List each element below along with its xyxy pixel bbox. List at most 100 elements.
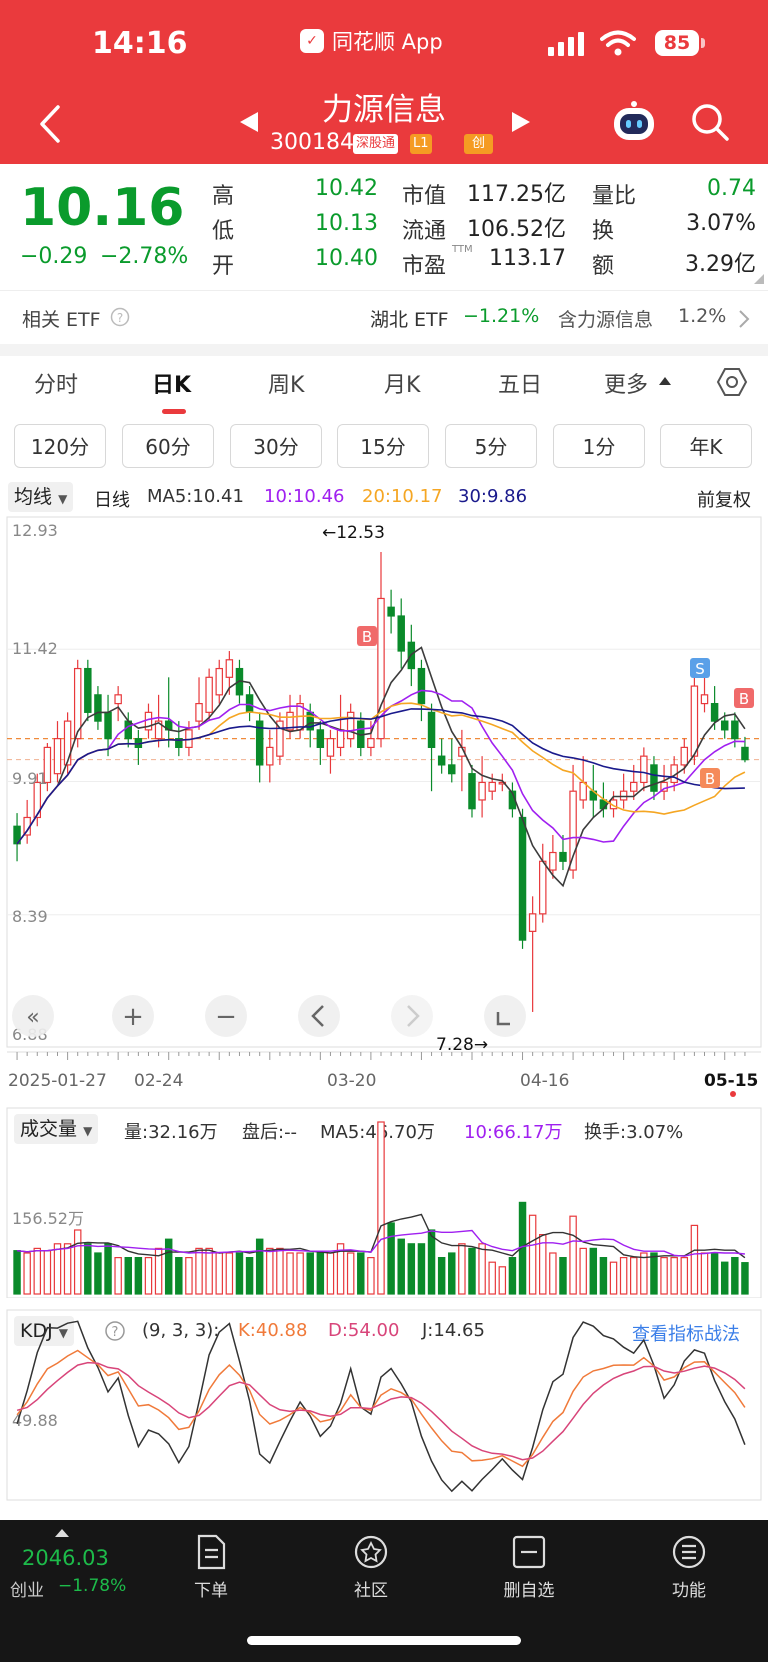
app-header: 14:16 ✓ 同花顺 App 85 力源信息 300184 深股通 L1 创 [0,0,768,164]
signal-icon [548,32,584,56]
amount-value: 3.29亿 [685,252,756,277]
turnover-value: 3.07% [686,211,756,236]
index-name[interactable]: 创业 [10,1576,44,1601]
candle-body [720,720,729,731]
volume-bar [458,1243,466,1295]
candle-body [680,746,689,766]
order-icon [197,1534,226,1570]
settings-hex-icon[interactable] [716,366,748,398]
volume-bar [498,1266,507,1295]
btn-120min[interactable]: 120分 [14,424,106,468]
candle-body [539,860,547,915]
robot-assistant-icon[interactable] [610,100,658,144]
buy-marker-3[interactable]: B [700,768,720,788]
volume-bar [104,1243,112,1295]
related-etf-row[interactable]: 相关 ETF ? 湖北 ETF −1.21% 含力源信息 1.2% [0,290,768,345]
tab-active-indicator [162,409,186,414]
btn-30min[interactable]: 30分 [230,424,322,468]
kline-chart[interactable]: ←12.53 7.28→ 12.93 11.42 9.91 8.39 6.88 … [0,512,768,1102]
volume-bar [437,1257,446,1295]
scroll-right-button[interactable] [391,995,433,1037]
candle-body [417,667,426,705]
ma-period: 日线 [94,490,130,511]
btn-5min[interactable]: 5分 [445,424,537,468]
menu-icon [672,1535,706,1569]
search-icon[interactable] [690,102,730,142]
minus-icon: − [215,1002,237,1032]
candle-body [478,781,486,801]
y-label-top: 12.93 [12,521,58,540]
candle-body [114,694,122,705]
volume-bar [690,1224,699,1295]
volume-bar [185,1257,193,1295]
buy-marker[interactable]: B [357,626,377,646]
zoom-out-button[interactable]: − [205,995,247,1037]
nav-community-label: 社区 [354,1581,388,1601]
status-app-name: 同花顺 App [332,30,443,54]
tag-level: L1 [410,134,432,154]
volume-bar [569,1215,577,1295]
open-value: 10.40 [315,246,378,271]
tab-monthly-k[interactable]: 月K [384,367,420,399]
tab-daily-k[interactable]: 日K [152,367,191,399]
volume-bar [144,1257,153,1295]
nav-remove-watchlist-label: 删自选 [503,1581,555,1601]
low-value: 10.13 [315,211,378,236]
index-value[interactable]: 2046.03 [22,1546,109,1570]
next-stock-icon[interactable] [510,110,532,134]
volume-chart[interactable]: 156.52万 [0,1106,768,1298]
ma30-legend: 30:9.86 [458,486,528,507]
volume-bar [377,1121,385,1295]
candle-body [205,676,213,713]
volume-bar [508,1257,517,1295]
sell-marker[interactable]: S [690,658,710,678]
btn-yearly-k[interactable]: 年K [660,424,752,468]
tab-more[interactable]: 更多 [604,367,648,399]
volume-bar [680,1257,689,1295]
volume-bar [599,1257,608,1295]
candle-body [518,816,527,941]
volume-bar [326,1252,335,1295]
btn-15min[interactable]: 15分 [337,424,429,468]
date-label-2: 02-24 [134,1071,183,1091]
help-icon[interactable]: ? [110,307,130,327]
rewind-button[interactable]: « [12,995,54,1037]
prev-stock-icon[interactable] [238,110,260,134]
adjust-mode[interactable]: 前复权 [697,486,751,512]
volume-bar [630,1257,638,1295]
candle-body [367,738,375,748]
svg-text:B: B [705,770,715,788]
volume-bar [255,1238,264,1295]
volume-bar [559,1257,567,1295]
tab-weekly-k[interactable]: 周K [268,367,304,399]
candle-body [448,764,456,775]
volume-bar [33,1247,42,1295]
kdj-chart[interactable]: 49.88 [0,1308,768,1502]
btn-1min[interactable]: 1分 [553,424,645,468]
candle-body [245,694,254,713]
index-change[interactable]: −1.78% [58,1576,126,1596]
ma-type-dropdown[interactable]: 均线 ▼ [8,482,74,512]
zoom-in-button[interactable]: + [112,995,154,1037]
nav-functions[interactable]: 功能 [634,1534,744,1601]
tab-timeshare[interactable]: 分时 [34,367,78,399]
expand-corner-icon[interactable] [754,274,764,284]
nav-remove-watchlist[interactable]: 删自选 [474,1534,584,1601]
y-label-2: 11.42 [12,639,58,658]
low-label: 低 [212,219,235,244]
date-label-3: 03-20 [327,1071,376,1091]
tab-five-day[interactable]: 五日 [498,367,542,399]
buy-marker-2[interactable]: B [734,688,754,708]
battery-level: 85 [655,30,699,56]
volume-ratio-label: 量比 [592,184,637,209]
btn-60min[interactable]: 60分 [122,424,214,468]
scroll-left-button[interactable] [298,995,340,1037]
volume-bar [94,1252,102,1295]
price-change-pct: −2.78% [100,244,189,269]
dropdown-caret-icon: ▼ [58,492,68,506]
candle-body [346,711,355,740]
nav-order[interactable]: 下单 [156,1534,266,1601]
nav-community[interactable]: 社区 [316,1534,426,1601]
fullscreen-button[interactable] [484,995,526,1037]
status-time: 14:16 [92,26,188,61]
